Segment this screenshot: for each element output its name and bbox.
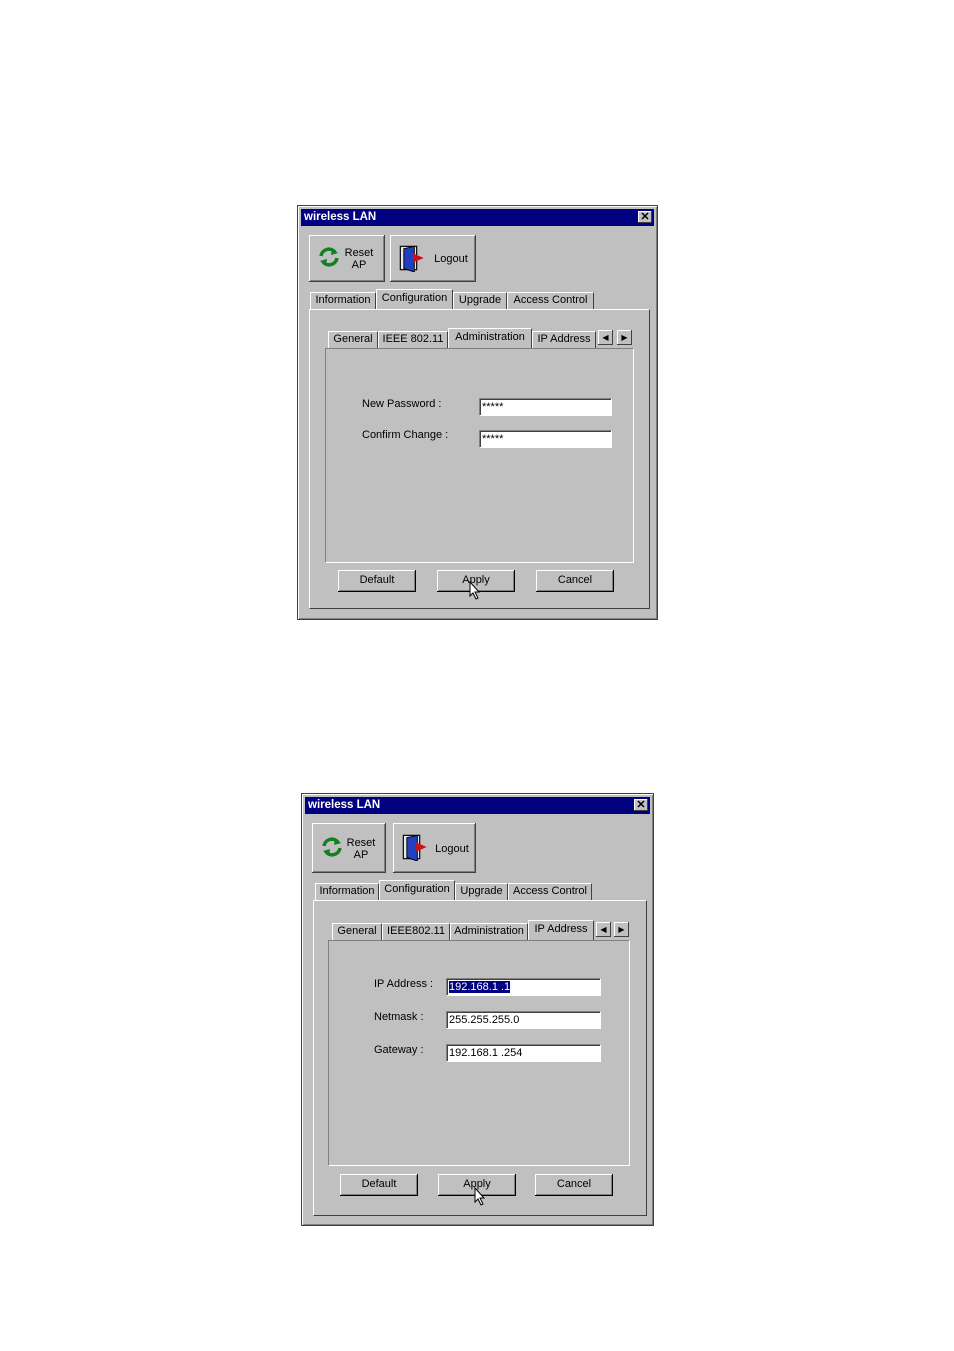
door-exit-icon bbox=[399, 245, 424, 272]
tab-information[interactable]: Information bbox=[310, 292, 376, 309]
dialog-administration: wireless LAN ✕ Reset AP Logout Informati… bbox=[297, 205, 658, 620]
main-tab-strip: Information Configuration Upgrade Access… bbox=[315, 880, 635, 900]
new-password-input[interactable]: ***** bbox=[479, 398, 612, 416]
title-bar[interactable]: wireless LAN ✕ bbox=[305, 797, 650, 814]
tab-general[interactable]: General bbox=[328, 331, 378, 348]
netmask-input[interactable]: 255.255.255.0 bbox=[446, 1011, 601, 1029]
ip-address-input[interactable]: 192.168.1 .1 bbox=[446, 978, 601, 996]
logout-label: Logout bbox=[435, 843, 469, 855]
default-button[interactable]: Default bbox=[338, 570, 416, 592]
ip-address-label: IP Address : bbox=[374, 978, 434, 990]
main-tab-strip: Information Configuration Upgrade Access… bbox=[310, 289, 650, 309]
new-password-label: New Password : bbox=[362, 398, 442, 410]
tab-access-control[interactable]: Access Control bbox=[508, 883, 592, 900]
close-icon[interactable]: ✕ bbox=[634, 799, 648, 811]
arrow-right-icon[interactable]: ▶ bbox=[617, 330, 632, 345]
logout-label: Logout bbox=[434, 253, 468, 265]
tab-administration[interactable]: Administration bbox=[450, 923, 528, 940]
tab-configuration[interactable]: Configuration bbox=[376, 289, 453, 309]
dialog-ip-address: wireless LAN ✕ Reset AP Logout Informati… bbox=[301, 793, 654, 1226]
ip-address-selection: 192.168.1 .1 bbox=[449, 981, 511, 993]
tab-general[interactable]: General bbox=[332, 923, 382, 940]
gateway-label: Gateway : bbox=[374, 1044, 424, 1056]
reset-ap-button[interactable]: Reset AP bbox=[309, 235, 385, 282]
tab-information[interactable]: Information bbox=[315, 883, 379, 900]
reset-label-line2: AP bbox=[353, 849, 369, 861]
tab-access-control[interactable]: Access Control bbox=[507, 292, 594, 309]
window-title: wireless LAN bbox=[308, 799, 381, 811]
netmask-label: Netmask : bbox=[374, 1011, 424, 1023]
title-bar[interactable]: wireless LAN ✕ bbox=[301, 209, 654, 226]
refresh-icon bbox=[319, 247, 339, 267]
close-icon[interactable]: ✕ bbox=[638, 211, 652, 223]
door-exit-icon bbox=[402, 834, 427, 861]
tab-ip-address[interactable]: IP Address bbox=[532, 331, 596, 348]
tab-administration[interactable]: Administration bbox=[448, 328, 532, 348]
sub-tab-strip: General IEEE 802.11 Administration IP Ad… bbox=[328, 328, 638, 348]
tab-configuration[interactable]: Configuration bbox=[379, 880, 455, 900]
arrow-right-icon[interactable]: ▶ bbox=[614, 922, 629, 937]
logout-button[interactable]: Logout bbox=[390, 235, 476, 282]
confirm-change-label: Confirm Change : bbox=[362, 429, 449, 441]
cancel-button[interactable]: Cancel bbox=[536, 570, 614, 592]
window-title: wireless LAN bbox=[304, 211, 377, 223]
reset-ap-button[interactable]: Reset AP bbox=[312, 823, 386, 873]
cancel-button[interactable]: Cancel bbox=[535, 1174, 613, 1196]
logout-button[interactable]: Logout bbox=[393, 823, 476, 873]
mouse-pointer-icon bbox=[469, 581, 481, 600]
tab-upgrade[interactable]: Upgrade bbox=[453, 292, 507, 309]
sub-tab-strip: General IEEE802.11 Administration IP Add… bbox=[332, 920, 632, 940]
arrow-left-icon[interactable]: ◀ bbox=[596, 922, 611, 937]
default-button[interactable]: Default bbox=[340, 1174, 418, 1196]
administration-panel bbox=[325, 348, 634, 563]
tab-ip-address[interactable]: IP Address bbox=[528, 920, 594, 940]
tab-ieee80211[interactable]: IEEE 802.11 bbox=[378, 331, 448, 348]
tab-upgrade[interactable]: Upgrade bbox=[455, 883, 508, 900]
reset-label-line2: AP bbox=[351, 259, 367, 271]
reset-label-line1: Reset bbox=[346, 837, 376, 849]
reset-label-line1: Reset bbox=[344, 247, 374, 259]
refresh-icon bbox=[322, 837, 342, 857]
tab-ieee80211[interactable]: IEEE802.11 bbox=[382, 923, 450, 940]
confirm-change-input[interactable]: ***** bbox=[479, 430, 612, 448]
mouse-pointer-icon bbox=[474, 1187, 486, 1206]
gateway-input[interactable]: 192.168.1 .254 bbox=[446, 1044, 601, 1062]
arrow-left-icon[interactable]: ◀ bbox=[598, 330, 613, 345]
